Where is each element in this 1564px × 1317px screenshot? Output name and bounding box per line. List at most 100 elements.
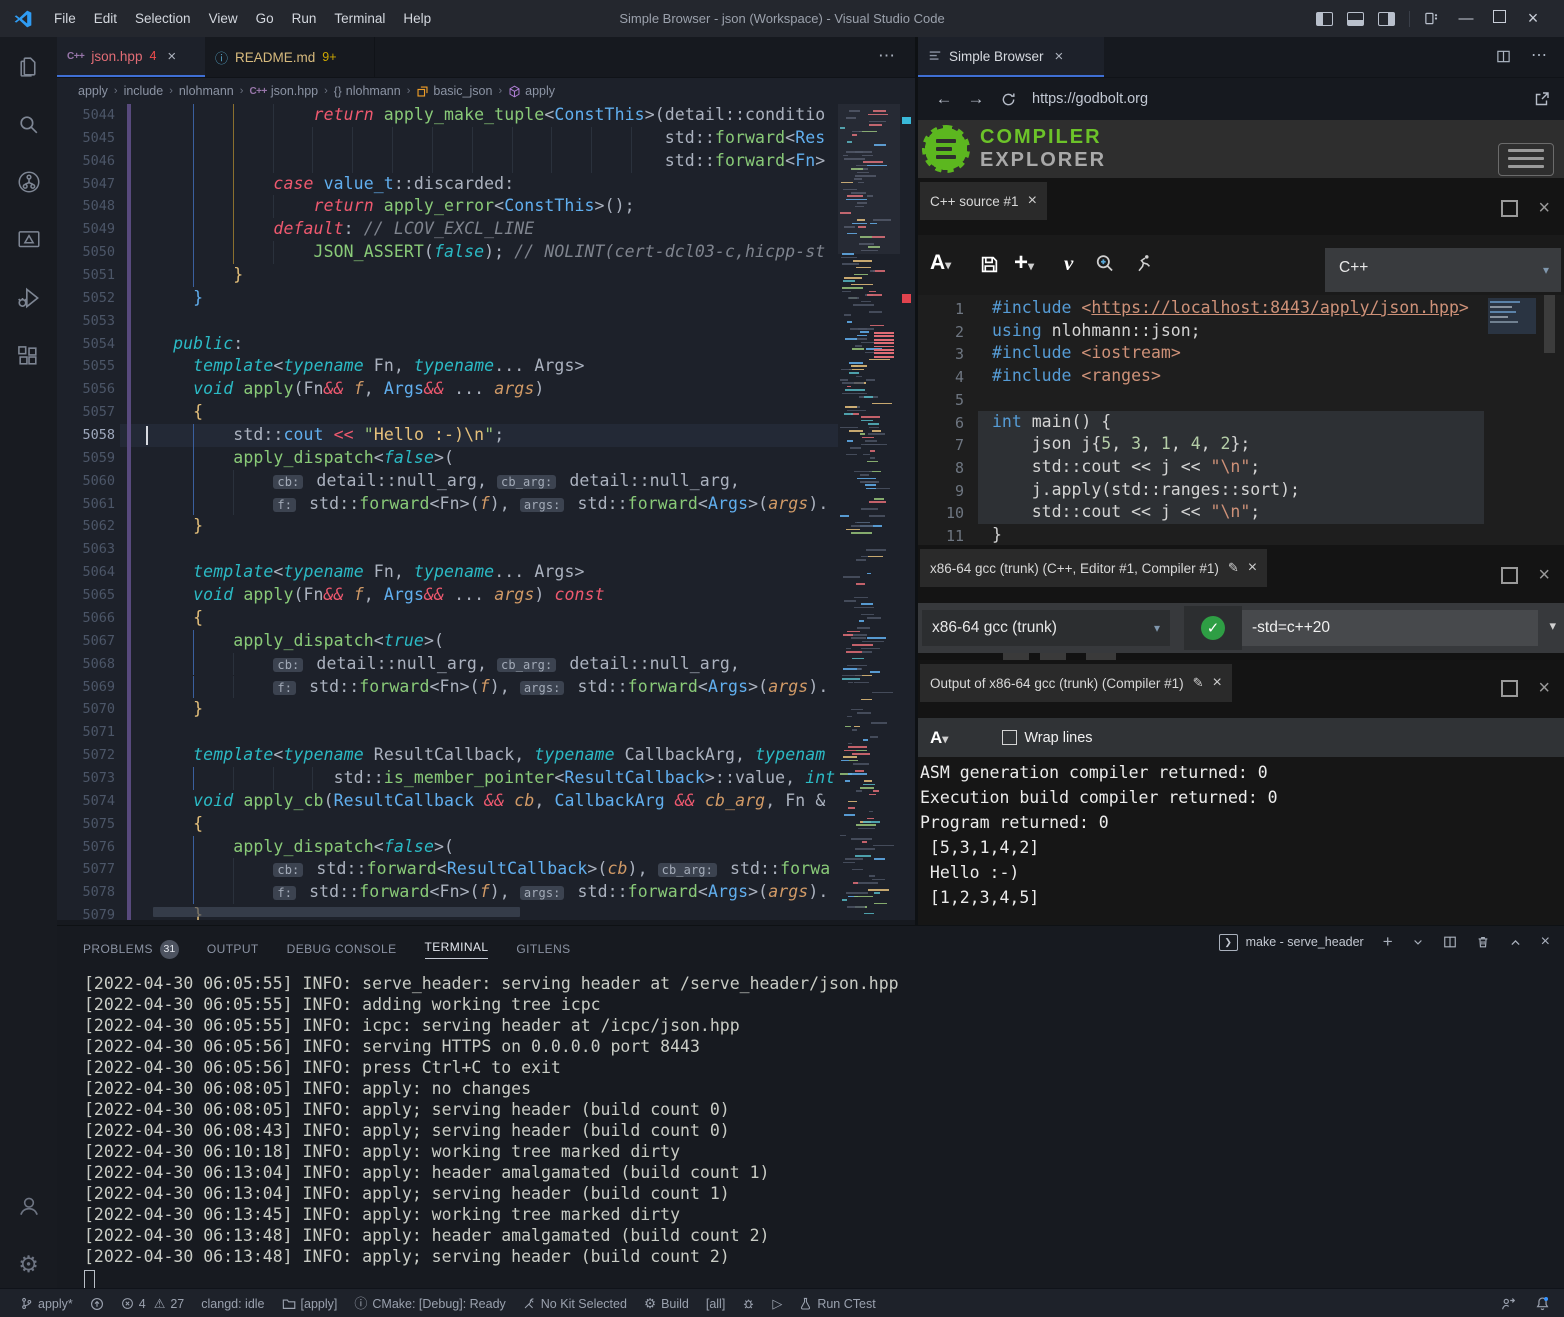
status--all-[interactable]: [all] bbox=[706, 1297, 725, 1311]
back-icon[interactable]: ← bbox=[928, 89, 960, 109]
compiler-select[interactable]: x86-64 gcc (trunk) ▾ bbox=[922, 610, 1170, 646]
compiler-options-input[interactable]: -std=c++20 bbox=[1242, 610, 1538, 646]
menu-run[interactable]: Run bbox=[283, 11, 326, 26]
breadcrumb-item-json.hpp[interactable]: C++json.hpp bbox=[249, 84, 318, 98]
terminal[interactable]: [2022-04-30 06:05:55] INFO: serve_header… bbox=[57, 926, 1564, 1289]
menu-file[interactable]: File bbox=[45, 11, 85, 26]
close-pane-icon[interactable]: × bbox=[1538, 202, 1550, 215]
activity-account[interactable] bbox=[0, 1182, 57, 1230]
close-pane-icon[interactable]: × bbox=[1538, 569, 1550, 582]
close-pane-icon[interactable]: × bbox=[1538, 682, 1550, 695]
reload-icon[interactable] bbox=[992, 92, 1024, 107]
toggle-panel-icon[interactable] bbox=[1347, 12, 1364, 26]
chevron-down-icon[interactable]: ▾ bbox=[1549, 618, 1556, 634]
editor-actions-icon[interactable]: ⋯ bbox=[878, 46, 896, 66]
close-icon[interactable]: × bbox=[1028, 192, 1037, 210]
logo-text-2: EXPLORER bbox=[980, 149, 1106, 172]
maximize-pane-icon[interactable] bbox=[1501, 680, 1518, 697]
font-size-button[interactable]: A▾ bbox=[930, 251, 951, 275]
activity-search[interactable] bbox=[0, 100, 57, 148]
line-number: 5053 bbox=[57, 313, 115, 329]
more-actions-icon[interactable]: ⋯ bbox=[1531, 45, 1547, 65]
breadcrumb-item-apply[interactable]: apply bbox=[78, 84, 108, 98]
status-bell-dot[interactable] bbox=[1535, 1296, 1550, 1311]
tab-simple-browser[interactable]: Simple Browser × bbox=[918, 37, 1104, 77]
close-tab-icon[interactable]: × bbox=[167, 48, 176, 65]
horizontal-scrollbar[interactable] bbox=[153, 907, 520, 917]
status-apply-[interactable]: apply* bbox=[20, 1297, 73, 1311]
save-icon[interactable] bbox=[980, 255, 999, 274]
minimize-button[interactable]: — bbox=[1453, 10, 1479, 27]
compiler-pane-tab[interactable]: x86-64 gcc (trunk) (C++, Editor #1, Comp… bbox=[920, 549, 1267, 587]
close-icon[interactable]: × bbox=[1248, 559, 1257, 577]
source-pane-tab[interactable]: C++ source #1 × bbox=[920, 182, 1047, 220]
font-size-button[interactable]: A▾ bbox=[930, 728, 948, 748]
menu-help[interactable]: Help bbox=[394, 11, 440, 26]
status-feedback[interactable] bbox=[1501, 1297, 1515, 1311]
menu-go[interactable]: Go bbox=[247, 11, 283, 26]
activity-extensions[interactable] bbox=[0, 332, 57, 380]
status-bug[interactable] bbox=[742, 1297, 755, 1310]
minimap[interactable] bbox=[838, 104, 900, 920]
status-4[interactable]: 4⚠27 bbox=[121, 1297, 185, 1311]
code-line: case value_t::discarded: bbox=[153, 173, 514, 196]
breadcrumb-item-include[interactable]: include bbox=[124, 84, 164, 98]
tab-readme-md[interactable]: ⓘ README.md 9+ bbox=[205, 37, 375, 77]
add-pane-button[interactable]: +▾ bbox=[1014, 249, 1034, 277]
line-number: 5066 bbox=[57, 610, 115, 626]
activity-files[interactable] bbox=[0, 42, 57, 90]
vim-mode-icon[interactable]: v bbox=[1064, 251, 1073, 276]
activity-source-control[interactable] bbox=[0, 158, 57, 206]
status-run-ctest[interactable]: Run CTest bbox=[799, 1297, 875, 1311]
quick-bench-icon[interactable] bbox=[1134, 253, 1154, 273]
split-editor-icon[interactable] bbox=[1496, 49, 1511, 64]
activity-bar: ⚙ bbox=[0, 37, 57, 1288]
close-window-button[interactable]: × bbox=[1520, 8, 1546, 29]
breadcrumb-item-nlohmann[interactable]: nlohmann bbox=[179, 84, 234, 98]
menu-edit[interactable]: Edit bbox=[85, 11, 126, 26]
maximize-pane-icon[interactable] bbox=[1501, 200, 1518, 217]
activity-settings-gear[interactable]: ⚙ bbox=[0, 1240, 57, 1288]
line-number: 5077 bbox=[57, 861, 115, 877]
maximize-pane-icon[interactable] bbox=[1501, 567, 1518, 584]
tab-json-hpp[interactable]: C++ json.hpp 4 × bbox=[57, 37, 205, 77]
activity-debug[interactable] bbox=[0, 274, 57, 322]
close-tab-icon[interactable]: × bbox=[1055, 48, 1064, 65]
menu-selection[interactable]: Selection bbox=[126, 11, 200, 26]
toggle-sidebar-icon[interactable] bbox=[1316, 12, 1333, 26]
edit-title-icon[interactable]: ✎ bbox=[1228, 560, 1239, 576]
status-cloud-upload[interactable] bbox=[90, 1297, 104, 1311]
status-cmake-debug-ready[interactable]: ⓘCMake: [Debug]: Ready bbox=[354, 1297, 505, 1311]
zoom-search-icon[interactable] bbox=[1094, 253, 1115, 274]
status--apply-[interactable]: [apply] bbox=[282, 1297, 338, 1311]
status-clangd-idle[interactable]: clangd: idle bbox=[201, 1297, 264, 1311]
menu-view[interactable]: View bbox=[200, 11, 247, 26]
edit-title-icon[interactable]: ✎ bbox=[1193, 675, 1204, 691]
url-input[interactable]: https://godbolt.org bbox=[1032, 91, 1534, 107]
godbolt-source-editor[interactable]: 1234567891011 #include <https://localhos… bbox=[918, 295, 1564, 545]
maximize-button[interactable] bbox=[1493, 10, 1506, 28]
source-minimap bbox=[1488, 298, 1536, 334]
forward-icon[interactable]: → bbox=[960, 89, 992, 109]
breadcrumb-item-nlohmann[interactable]: {}nlohmann bbox=[334, 84, 401, 98]
code-editor[interactable]: 5044504550465047504850495050505150525053… bbox=[57, 104, 915, 920]
close-icon[interactable]: × bbox=[1213, 674, 1222, 692]
status-no-kit-selected[interactable]: No Kit Selected bbox=[523, 1297, 627, 1311]
customize-layout-icon[interactable] bbox=[1424, 11, 1439, 26]
status-play[interactable]: ▷ bbox=[772, 1297, 782, 1310]
scrollbar[interactable] bbox=[1544, 295, 1555, 353]
hamburger-menu-icon[interactable] bbox=[1498, 143, 1554, 176]
output-pane-tab[interactable]: Output of x86-64 gcc (trunk) (Compiler #… bbox=[920, 664, 1232, 702]
language-select[interactable]: C++ ▾ bbox=[1325, 248, 1561, 292]
status-build[interactable]: ⚙Build bbox=[644, 1297, 689, 1311]
line-number: 5070 bbox=[57, 701, 115, 717]
breadcrumb-item-basic_json[interactable]: basic_json bbox=[416, 84, 492, 98]
menu-terminal[interactable]: Terminal bbox=[325, 11, 394, 26]
toggle-secondary-sidebar-icon[interactable] bbox=[1378, 12, 1395, 26]
open-external-icon[interactable] bbox=[1534, 91, 1550, 107]
source-control-icon bbox=[16, 169, 42, 195]
wrap-lines-checkbox[interactable] bbox=[1002, 730, 1017, 745]
breadcrumb-item-apply[interactable]: apply bbox=[508, 84, 555, 98]
activity-cmake[interactable] bbox=[0, 216, 57, 264]
code-line: template<typename ResultCallback, typena… bbox=[153, 744, 825, 767]
